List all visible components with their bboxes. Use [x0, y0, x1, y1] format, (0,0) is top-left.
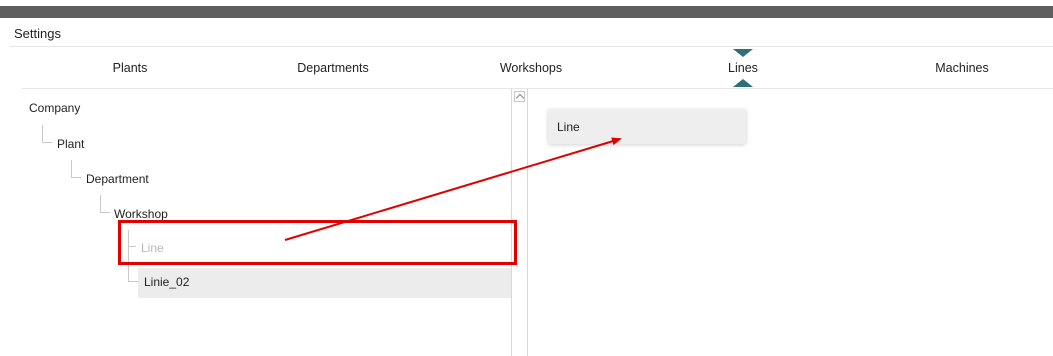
tree-row-selected[interactable] [138, 268, 512, 298]
tab-bar: Plants Departments Workshops Lines Machi… [10, 47, 1053, 89]
top-bar [0, 6, 1053, 18]
tree-connector [71, 160, 81, 178]
tab-workshops[interactable]: Workshops [451, 47, 611, 89]
triangle-down-icon [733, 49, 753, 57]
tree-node-department[interactable]: Department [86, 172, 149, 186]
tree-node-linie-02[interactable]: Linie_02 [144, 275, 189, 289]
tab-lines[interactable]: Lines [663, 47, 823, 89]
chevron-up-icon [515, 94, 523, 102]
tree-connector [100, 195, 110, 213]
tree-node-company[interactable]: Company [29, 101, 80, 115]
tree-node-plant[interactable]: Plant [57, 137, 84, 151]
tab-label: Plants [113, 61, 148, 75]
tree-scrollbar[interactable] [511, 89, 528, 356]
tabs-divider [22, 88, 1053, 89]
arrow-line [285, 139, 620, 240]
annotation-highlight-box [118, 220, 517, 265]
tree-node-workshop[interactable]: Workshop [114, 207, 168, 221]
tab-label: Departments [297, 61, 369, 75]
tree-node-line-placeholder[interactable]: Line [141, 241, 164, 255]
tab-plants[interactable]: Plants [50, 47, 210, 89]
line-palette-card[interactable]: Line [548, 109, 746, 144]
tree-connector [42, 125, 52, 143]
tab-departments[interactable]: Departments [253, 47, 413, 89]
scroll-up-button[interactable] [514, 91, 525, 102]
tree-connector [128, 247, 138, 282]
tree-connector [128, 230, 136, 247]
tab-label: Workshops [500, 61, 562, 75]
line-card-label: Line [557, 120, 580, 134]
tab-machines[interactable]: Machines [882, 47, 1042, 89]
triangle-up-icon [733, 79, 753, 87]
tab-label: Machines [935, 61, 989, 75]
settings-title: Settings [14, 26, 61, 41]
tab-label: Lines [728, 61, 758, 75]
